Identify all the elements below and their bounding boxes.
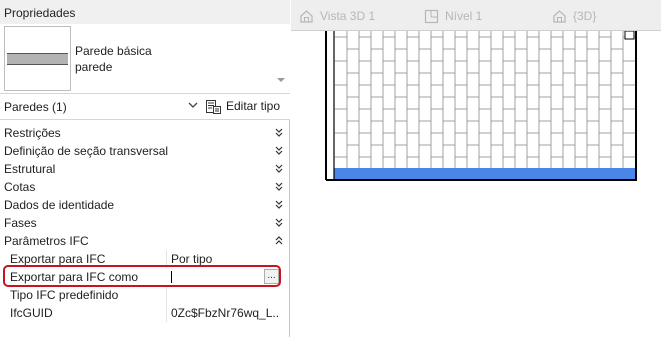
type-selector[interactable]: Parede básica parede xyxy=(0,24,290,94)
group-label: Estrutural xyxy=(4,162,56,176)
wall-end-marker xyxy=(624,31,635,40)
tab-3d[interactable]: {3D} xyxy=(552,5,596,27)
wall-base-band xyxy=(334,168,636,179)
properties-palette: Propriedades Parede básica parede Parede… xyxy=(0,0,290,337)
property-name: Tipo IFC predefinido xyxy=(10,288,119,302)
double-chevron-down-icon[interactable] xyxy=(275,200,283,210)
property-name: IfcGUID xyxy=(10,306,53,320)
group-label: Dados de identidade xyxy=(4,198,115,212)
view-tab-bar: Vista 3D 1 Nível 1 {3D} xyxy=(291,0,661,31)
group-definicao-secao[interactable]: Definição de seção transversal xyxy=(0,142,290,160)
wall-type-thumbnail xyxy=(4,26,71,91)
group-label: Restrições xyxy=(4,126,61,140)
group-label: Fases xyxy=(4,216,37,230)
group-fases[interactable]: Fases xyxy=(0,214,290,232)
property-name: Exportar para IFC xyxy=(10,252,106,266)
edit-type-label: Editar tipo xyxy=(226,99,281,113)
tab-label: Vista 3D 1 xyxy=(320,9,376,23)
tab-label: {3D} xyxy=(573,9,597,23)
dropdown-arrow-icon[interactable] xyxy=(277,78,285,82)
3d-view-icon xyxy=(300,9,313,23)
double-chevron-down-icon[interactable] xyxy=(275,164,283,174)
tab-label: Nível 1 xyxy=(445,9,483,23)
group-cotas[interactable]: Cotas xyxy=(0,178,290,196)
tab-vista-3d-1[interactable]: Vista 3D 1 xyxy=(299,5,375,27)
property-value[interactable]: 0Zc$FbzNr76wq_L... xyxy=(171,306,279,320)
tab-nivel-1[interactable]: Nível 1 xyxy=(424,5,482,27)
chevron-down-icon[interactable] xyxy=(188,100,198,110)
type-family: Parede básica xyxy=(75,44,152,58)
double-chevron-down-icon[interactable] xyxy=(275,146,283,156)
group-parametros-ifc[interactable]: Parâmetros IFC xyxy=(0,232,290,250)
property-row: Tipo IFC predefinido xyxy=(6,286,282,304)
palette-title: Propriedades xyxy=(0,0,290,26)
double-chevron-up-icon[interactable] xyxy=(275,236,283,246)
edit-type-icon xyxy=(206,99,221,114)
double-chevron-down-icon[interactable] xyxy=(275,182,283,192)
3d-view-icon xyxy=(553,9,566,23)
group-dados-identidade[interactable]: Dados de identidade xyxy=(0,196,290,214)
type-label: parede xyxy=(75,60,113,74)
property-groups: Restrições Definição de seção transversa… xyxy=(0,124,290,250)
instance-filter-label[interactable]: Paredes (1) xyxy=(4,100,67,114)
property-value[interactable]: Por tipo xyxy=(171,252,279,266)
drawing-canvas[interactable] xyxy=(291,31,661,337)
group-label: Parâmetros IFC xyxy=(4,234,89,248)
floor-plan-icon xyxy=(424,9,439,23)
wall-elevation[interactable] xyxy=(291,31,661,337)
type-name: Parede básica parede xyxy=(75,43,152,75)
instance-filter-bar: Paredes (1) Editar tipo xyxy=(0,94,290,120)
brick-pattern xyxy=(335,31,635,168)
group-label: Cotas xyxy=(4,180,36,194)
edit-type-button[interactable]: Editar tipo xyxy=(203,96,282,116)
group-label: Definição de seção transversal xyxy=(4,144,169,158)
highlight-annotation xyxy=(3,265,281,287)
double-chevron-down-icon[interactable] xyxy=(275,218,283,228)
property-row: IfcGUID 0Zc$FbzNr76wq_L... xyxy=(6,304,282,322)
group-estrutural[interactable]: Estrutural xyxy=(0,160,290,178)
double-chevron-down-icon[interactable] xyxy=(275,128,283,138)
group-restricoes[interactable]: Restrições xyxy=(0,124,290,142)
